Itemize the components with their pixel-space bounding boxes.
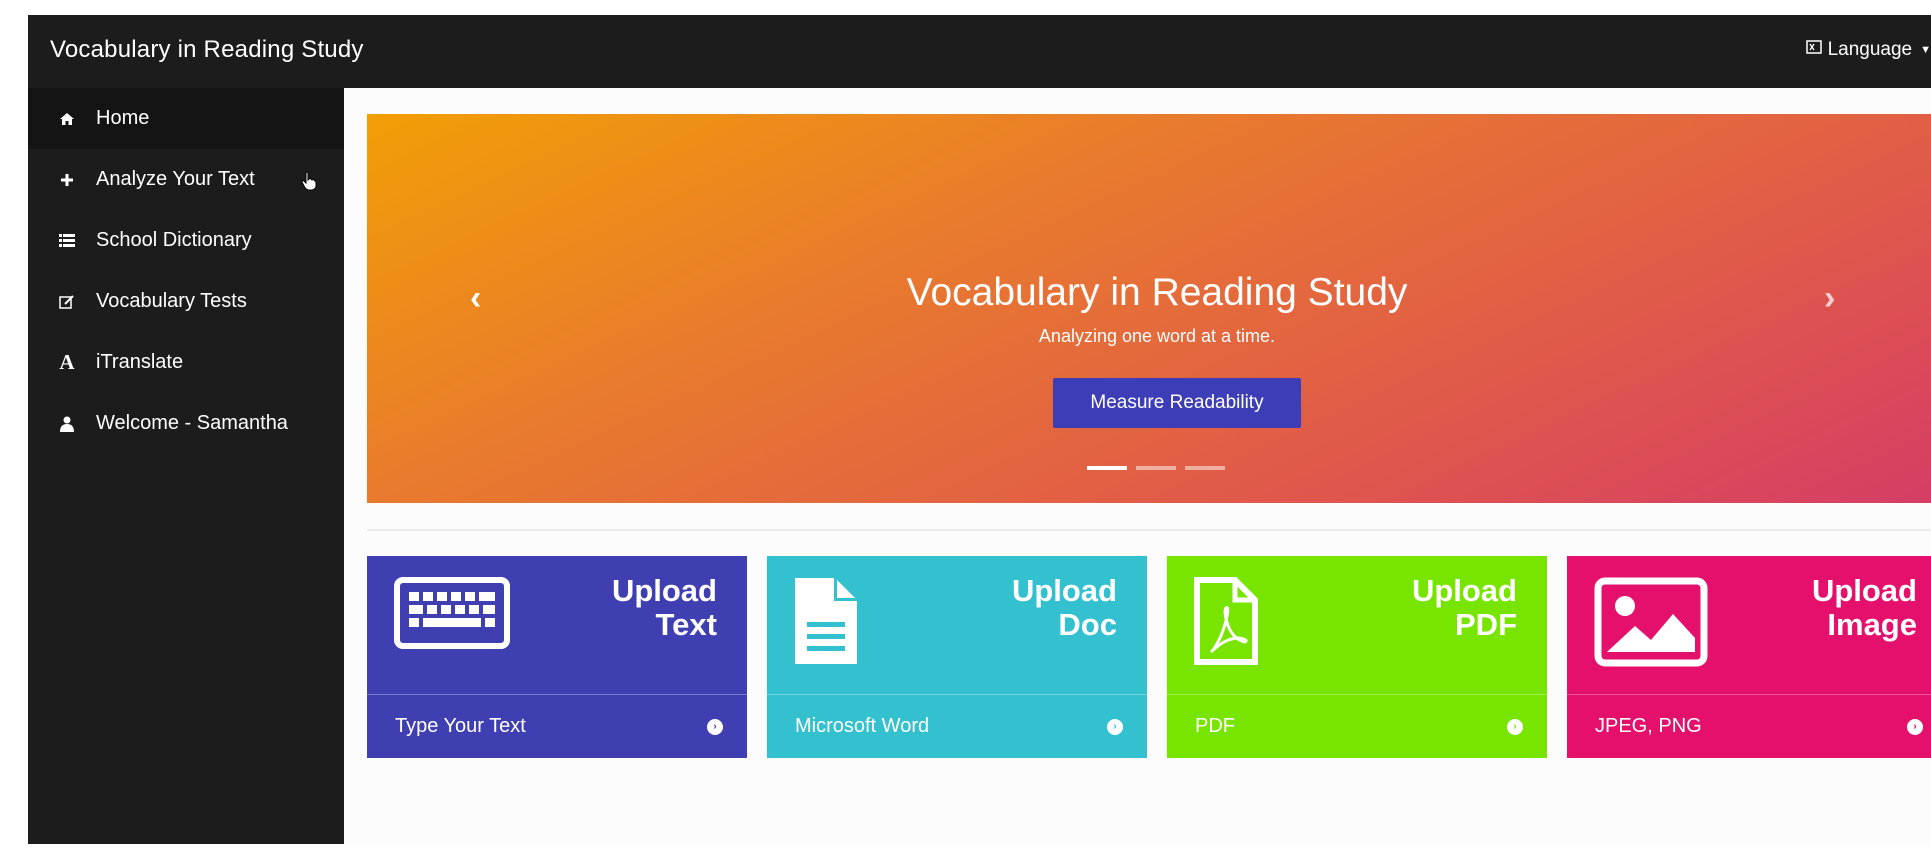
sidebar: Home Analyze Your Text School Dictionary…	[28, 88, 344, 844]
sidebar-item-itranslate[interactable]: A iTranslate	[28, 332, 344, 393]
carousel-indicator[interactable]	[1136, 466, 1176, 470]
brand-title[interactable]: Vocabulary in Reading Study	[50, 36, 364, 64]
upload-doc-card[interactable]: Upload Doc Microsoft Word ›	[767, 556, 1147, 758]
translate-icon	[1805, 39, 1822, 61]
sidebar-item-home[interactable]: Home	[28, 88, 344, 149]
language-dropdown[interactable]: Language ▼	[1805, 39, 1931, 61]
carousel-indicator[interactable]	[1185, 466, 1225, 470]
pdf-icon	[1193, 576, 1259, 671]
card-footer-label: Microsoft Word	[795, 715, 930, 737]
card-title: Upload Image	[1811, 573, 1917, 642]
language-label: Language	[1827, 39, 1913, 60]
home-icon	[56, 112, 78, 126]
font-icon: A	[59, 350, 75, 374]
app-window: Vocabulary in Reading Study Language ▼ H…	[28, 15, 1931, 844]
card-footer-label: Type Your Text	[395, 715, 526, 737]
card-footer-label: JPEG, PNG	[1595, 715, 1702, 737]
upload-text-card[interactable]: Upload Text Type Your Text ›	[367, 556, 747, 758]
arrow-circle-right-icon: ›	[1507, 718, 1523, 735]
sidebar-item-label: Welcome - Samantha	[96, 412, 288, 434]
card-title: Upload Text	[611, 573, 717, 642]
edit-icon	[56, 294, 78, 310]
upload-image-card[interactable]: Upload Image JPEG, PNG ›	[1567, 556, 1931, 758]
card-title: Upload PDF	[1411, 573, 1517, 642]
sidebar-item-dictionary[interactable]: School Dictionary	[28, 210, 344, 271]
list-icon	[56, 234, 78, 247]
keyboard-icon	[393, 576, 511, 655]
image-icon	[1593, 576, 1709, 673]
card-title: Upload Doc	[1011, 573, 1117, 642]
plus-icon	[56, 173, 78, 187]
sidebar-item-tests[interactable]: Vocabulary Tests	[28, 271, 344, 332]
top-navbar: Vocabulary in Reading Study Language ▼	[28, 15, 1931, 88]
hero-carousel: ‹ Vocabulary in Reading Study Analyzing …	[367, 114, 1931, 503]
chevron-down-icon: ▼	[1920, 44, 1931, 56]
arrow-circle-right-icon: ›	[1107, 718, 1123, 735]
carousel-indicators	[1087, 466, 1225, 470]
sidebar-item-label: Analyze Your Text	[96, 168, 255, 190]
carousel-title: Vocabulary in Reading Study	[906, 271, 1408, 314]
sidebar-item-label: iTranslate	[96, 351, 184, 373]
main-content: ‹ Vocabulary in Reading Study Analyzing …	[344, 88, 1931, 844]
sidebar-item-label: Home	[96, 107, 150, 129]
carousel-subtitle: Analyzing one word at a time.	[1038, 326, 1276, 346]
hand-cursor-icon	[300, 171, 318, 197]
sidebar-item-analyze[interactable]: Analyze Your Text	[28, 149, 344, 210]
divider	[367, 529, 1931, 531]
card-footer-label: PDF	[1195, 715, 1235, 737]
measure-readability-button[interactable]: Measure Readability	[1053, 378, 1301, 428]
arrow-circle-right-icon: ›	[707, 718, 723, 735]
sidebar-item-label: School Dictionary	[96, 229, 252, 251]
sidebar-item-label: Vocabulary Tests	[96, 290, 247, 312]
document-icon	[793, 576, 859, 671]
chevron-right-icon[interactable]: ›	[1824, 279, 1835, 318]
upload-pdf-card[interactable]: Upload PDF PDF ›	[1167, 556, 1547, 758]
user-icon	[56, 416, 78, 432]
carousel-indicator[interactable]	[1087, 466, 1127, 470]
arrow-circle-right-icon: ›	[1907, 718, 1923, 735]
sidebar-item-user[interactable]: Welcome - Samantha	[28, 393, 344, 454]
